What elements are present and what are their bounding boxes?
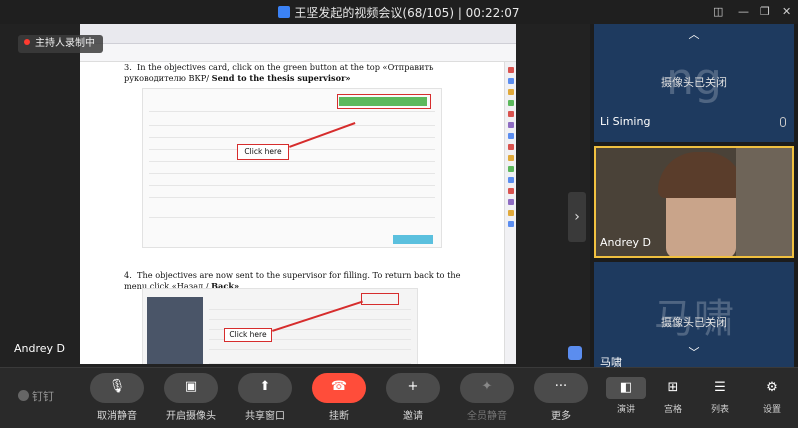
list-view-button[interactable]: ☰ 列表 [698, 377, 742, 415]
participant-name: Andrey D [600, 236, 652, 249]
more-button[interactable]: ··· 更多 [533, 373, 589, 422]
next-page-arrow[interactable]: › [568, 192, 586, 242]
highlight-box [337, 94, 431, 109]
grid-view-icon: ⊞ [667, 380, 679, 395]
add-person-icon: + [407, 379, 419, 394]
lock-icon [278, 6, 291, 18]
meeting-toolbar: 钉钉 🎙 取消静音 ▣ 开启摄像头 ⬆ 共享窗口 ☎ 挂断 + 邀请 ✦ 全员静… [0, 367, 798, 428]
title-bar: 王坚发起的视频会议(68/105) | 00:22:07 ◫ — ❐ ✕ [0, 0, 798, 24]
camera-off-label: 摄像头已关闭 [661, 316, 727, 329]
close-button[interactable]: ✕ [782, 5, 791, 18]
hang-up-button[interactable]: ☎ 挂断 [311, 373, 367, 422]
maximize-button[interactable]: ❐ [760, 5, 770, 18]
shared-screen: 3. In the objectives card, click on the … [80, 24, 516, 364]
speaker-view-button[interactable]: ◧ 演讲 [604, 377, 648, 415]
screenshot-objectives-card [142, 88, 442, 248]
participant-name: Li Siming [600, 115, 651, 128]
more-icon: ··· [554, 379, 568, 394]
click-here-callout-1: Click here [237, 144, 289, 160]
brand: 钉钉 [18, 388, 54, 404]
chat-icon[interactable] [568, 346, 582, 360]
info-button [393, 235, 433, 244]
scroll-up-icon[interactable]: ︿ [594, 26, 794, 42]
meeting-title: 王坚发起的视频会议(68/105) | 00:22:07 [0, 4, 798, 21]
share-window-button[interactable]: ⬆ 共享窗口 [237, 373, 293, 422]
record-dot-icon [24, 39, 30, 45]
invite-button[interactable]: + 邀请 [385, 373, 441, 422]
start-camera-button[interactable]: ▣ 开启摄像头 [163, 373, 219, 422]
speaker-view-icon: ◧ [606, 377, 646, 399]
pdf-toolbar [80, 44, 516, 62]
grid-view-button[interactable]: ⊞ 宫格 [651, 377, 695, 415]
screenshot-back-menu [142, 288, 418, 364]
pin-window-icon[interactable]: ◫ [713, 5, 723, 18]
participant-panel: ︿ ng 摄像头已关闭 Li Siming Andrey D 马啸 摄像头已关闭… [590, 24, 798, 367]
camera-off-label: 摄像头已关闭 [661, 76, 727, 89]
pdf-side-tools [504, 62, 516, 364]
mute-all-icon: ✦ [481, 379, 493, 394]
phone-icon: ☎ [330, 379, 348, 394]
main-stage: 3. In the objectives card, click on the … [0, 24, 590, 367]
camera-icon: ▣ [184, 379, 198, 394]
muted-mic-icon [780, 117, 786, 127]
click-here-callout-2: Click here [224, 328, 272, 342]
pdf-window-tabs [80, 24, 516, 44]
unmute-button[interactable]: 🎙 取消静音 [89, 373, 145, 422]
mic-off-icon: 🎙 [108, 379, 126, 394]
menu-sidebar [147, 297, 203, 364]
gear-icon: ⚙ [766, 380, 778, 395]
participant-video-andrey-d[interactable]: Andrey D [594, 146, 794, 258]
dingtalk-logo-icon [18, 390, 29, 401]
step-3-text: 3. In the objectives card, click on the … [124, 62, 434, 83]
recording-indicator: 主持人录制中 [18, 35, 103, 53]
highlight-box-back [361, 293, 399, 305]
mute-all-button[interactable]: ✦ 全员静音 [459, 373, 515, 422]
minimize-button[interactable]: — [738, 5, 749, 18]
settings-button[interactable]: ⚙ 设置 [750, 377, 794, 415]
participant-tile-li-siming[interactable]: ︿ ng 摄像头已关闭 Li Siming [594, 24, 794, 142]
share-icon: ⬆ [259, 379, 271, 394]
scroll-down-icon[interactable]: ﹀ [594, 344, 794, 360]
list-view-icon: ☰ [714, 380, 726, 395]
active-speaker-name: Andrey D [14, 342, 66, 355]
participant-tile-ma-xiao[interactable]: 马啸 摄像头已关闭 ﹀ 马啸 [594, 262, 794, 367]
participant-name: 马啸 [600, 356, 622, 367]
